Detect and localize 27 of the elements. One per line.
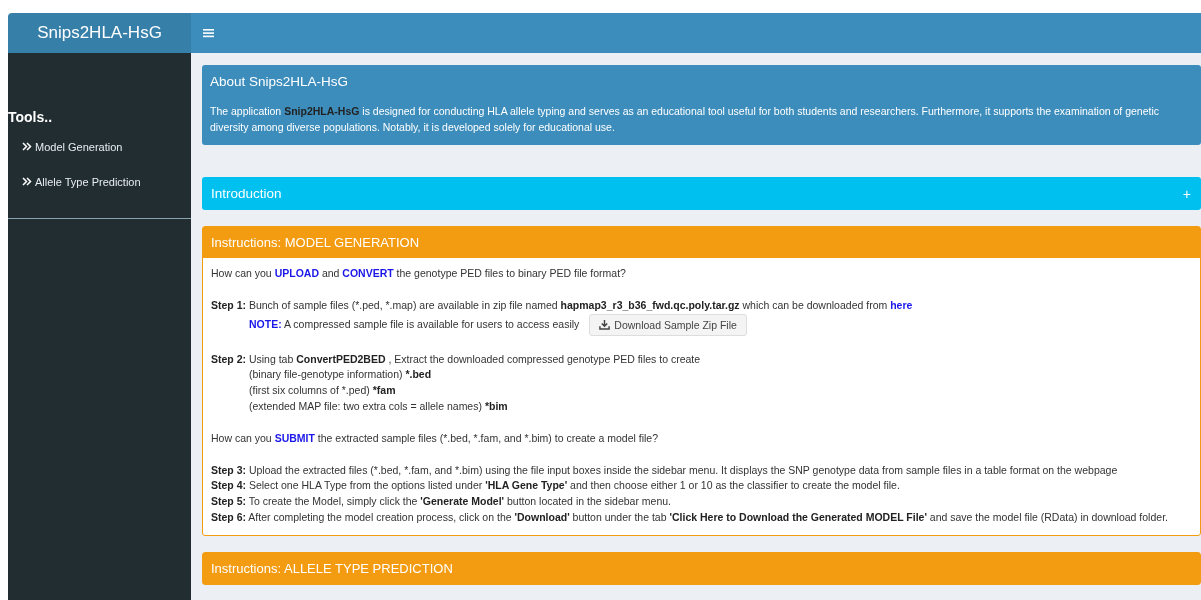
sidebar-item[interactable]: Model Generation xyxy=(8,129,123,164)
panel-title: Introduction xyxy=(211,186,282,201)
sidebar-item[interactable]: Allele Type Prediction xyxy=(8,164,141,199)
about-text: The application Snip2HLA-HsG is designed for conducting HLA allele typing and serves as an educational tool useful for both students and researchers. Furthermore, it supports the examination of genetic diversity among diverse populations. Notably, it is developed solely for educational use. xyxy=(210,104,1161,135)
double-chevron-icon xyxy=(22,177,32,186)
double-chevron-icon xyxy=(22,142,32,151)
instruction-text: (first six columns of *.ped) *fam xyxy=(249,383,396,399)
step-text: Step 3: Upload the extracted files (*.bed, *.fam, and *.bim) using the file input boxes inside the sidebar menu. It displays the SNP genotype data from sample files in a table format on the webpage xyxy=(211,462,1118,478)
app-logo-title: Snips2HLA-HsG xyxy=(8,13,191,53)
instruction-text: (extended MAP file: two extra cols = allele names) *bim xyxy=(249,399,508,414)
step-text: Step 4: Select one HLA Type from the options listed under 'HLA Gene Type' and then choose either 1 or 10 as the classifier to create the model file. xyxy=(211,478,900,494)
download-button[interactable]: Download Sample Zip File xyxy=(589,313,747,336)
step-text: Step 2: Using tab ConvertPED2BED , Extract the downloaded compressed genotype PED files to create xyxy=(211,351,701,367)
instruction-text: (binary file-genotype information) *.bed xyxy=(249,367,432,383)
step-text: Step 1: Bunch of sample files (*.ped, *.map) are available in zip file named hapmap3_r3_b36_fwd.qc.poly.tar.gz which can be downloaded from here xyxy=(211,297,913,313)
panel-title: About Snips2HLA-HsG xyxy=(210,74,350,89)
panel-title: Instructions: ALLELE TYPE PREDICTION xyxy=(211,560,453,576)
here-link[interactable]: here xyxy=(890,298,913,311)
instruction-text: How can you SUBMIT the extracted sample files (*.bed, *.fam, and *.bim) to create a model file? xyxy=(211,430,659,446)
instruction-text: How can you UPLOAD and CONVERT the genotype PED files to binary PED file format? xyxy=(211,266,626,281)
step-text: Step 5: To create the Model, simply click the 'Generate Model' button located in the sidebar menu. xyxy=(211,494,672,510)
note-text: NOTE: A compressed sample file is available for users to access easily xyxy=(249,316,580,332)
menu-icon[interactable] xyxy=(203,28,214,38)
panel-title: Instructions: MODEL GENERATION xyxy=(211,235,420,250)
sidebar-heading: Tools.. xyxy=(8,109,54,125)
download-icon xyxy=(599,319,611,331)
step-text: Step 6: After completing the model creation process, click on the 'Download' button under the tab 'Click Here to Download the Generated MODEL File' and save the model file (RData) in download folder. xyxy=(211,509,1168,525)
